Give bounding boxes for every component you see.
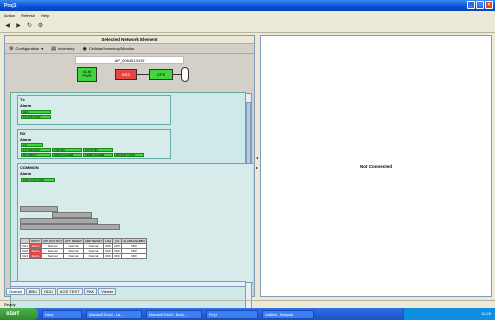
start-button[interactable]: start [0,308,38,320]
nav-configuration[interactable]: ⚙ Configuration ▾ [9,46,43,52]
menu-help[interactable]: Help [41,13,49,18]
back-icon[interactable]: ◀ [4,23,11,30]
alarm-lo2-sq: LO2 SQ [52,148,82,152]
inventory-icon: ▤ [51,45,57,52]
nav-monitor[interactable]: ◉ Cellular/Inventory/Monitor [82,46,134,52]
maximize-button[interactable]: □ [476,1,484,9]
nav-inventory[interactable]: ▤ Inventory [51,46,74,52]
status-text: Ready [4,302,16,307]
menu-bar: Action Refresh Help [0,11,495,20]
alarm-rx-op-loss: RX/O/P LOSS [114,153,144,157]
alarm-dc-input: DC INPUT [21,153,51,157]
tab-overall[interactable]: Overall [6,288,25,295]
connection-status: Not Connected [360,164,392,169]
task-inbox[interactable]: Inbox [42,309,82,319]
task-notepad[interactable]: Untitled - Notepad [262,309,314,319]
antenna-node[interactable] [181,67,189,82]
alarm-tx-op-low: TX O/P LOW [21,115,51,119]
forward-icon[interactable]: ▶ [15,23,22,30]
settings-icon[interactable]: ⚙ [37,23,44,30]
menu-action[interactable]: Action [4,13,15,18]
tab-bbu[interactable]: BBU [25,288,40,295]
config-icon: ⚙ [9,45,14,52]
horizontal-scrollbar[interactable] [10,281,246,287]
tab-ags-test[interactable]: AGS TEST [56,288,83,295]
bottom-tabs: Overall BBU ODU AGS TEST PAK Viewer [6,288,117,295]
refresh-icon[interactable]: ↻ [26,23,33,30]
clock[interactable]: 10:26 [481,311,491,316]
alarm-alc: ALC [21,110,51,114]
panel-nav: ⚙ Configuration ▾ ▤ Inventory ◉ Cellular/In… [5,44,254,54]
system-tray: 10:26 [403,308,495,320]
status-bar: Ready [0,300,495,308]
toolbar: ◀ ▶ ↻ ⚙ [0,20,495,33]
window-title: Proj1 [4,3,17,9]
gps-node[interactable]: GPS [149,69,173,80]
alarm-lo-unlock: LO UNLOCK [21,148,51,152]
alarm-lo: LO [21,143,43,147]
tab-viewer[interactable]: Viewer [98,288,117,295]
right-panel: Not Connected [260,35,492,297]
close-button[interactable]: × [485,1,493,9]
channel-table: INPUT O/P OUT PUT ATT. RESET AMP RESET L… [19,238,147,259]
task-proj1[interactable]: Proj1 [206,309,258,319]
rx-group: RX Alarm LO LO UNLOCK LO2 SQ AUTO RX DC … [17,129,171,159]
bss-node[interactable]: BSS [115,69,137,80]
alm-pwr-node[interactable]: ALM PWR [77,67,97,82]
collapse-right-icon[interactable]: ▸ [256,165,259,170]
tx-group: Tx Alarm ALC TX O/P LOW [17,95,171,125]
gray-block [20,224,120,230]
alarm-psu-out-low: PSU OUT LOW [21,178,55,182]
tab-pak[interactable]: PAK [83,288,98,295]
task-excel-1[interactable]: Microsoft Excel - Lis... [86,309,142,319]
minimize-button[interactable]: _ [467,1,475,9]
common-group: COMMON Alarm PSU OUT LOW INPUT O/P OUT P… [17,163,253,283]
collapse-left-icon[interactable]: ◂ [256,155,259,160]
panel-title: Selected Network Element [5,36,254,44]
alarm-temp: TEMP ALARM [83,153,113,157]
task-excel-2[interactable]: Microsoft Excel - Book... [146,309,202,319]
table-row: CH3 Alarm Normal Normal Normal OFF OFF OFF [19,253,147,259]
tab-odu[interactable]: ODU [40,288,56,295]
element-label: AP_0064513419 [75,56,184,64]
monitor-icon: ◉ [82,45,87,52]
element-diagram: ALM PWR BSS GPS [5,64,254,86]
alarm-mast: MAST ALARM [52,153,82,157]
alarm-auto-rx: AUTO RX [83,148,113,152]
taskbar: start Inbox Microsoft Excel - Lis... Mic… [0,308,495,320]
menu-refresh[interactable]: Refresh [21,13,35,18]
title-bar: Proj1 _ □ × [0,0,495,11]
